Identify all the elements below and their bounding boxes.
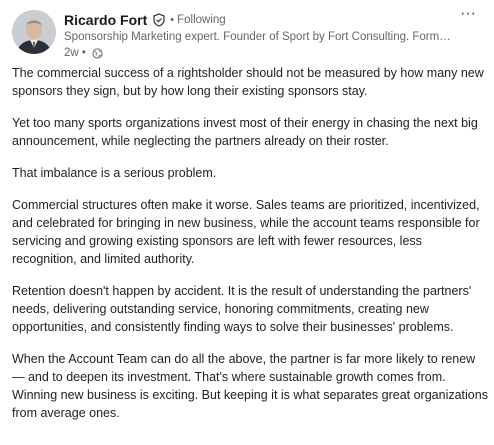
more-options-button[interactable]: ··· bbox=[456, 4, 480, 24]
separator-dot: • bbox=[170, 14, 175, 26]
post-paragraph: When the Account Team can do all the abo… bbox=[12, 352, 488, 420]
author-headline: Sponsorship Marketing expert. Founder of… bbox=[64, 31, 452, 43]
author-name-row: Ricardo Fort • Following bbox=[64, 11, 454, 29]
post-header: Ricardo Fort • Following Sponsorship Mar… bbox=[12, 5, 482, 60]
globe-icon bbox=[92, 47, 103, 59]
more-horizontal-icon: ··· bbox=[460, 5, 476, 22]
time-separator-dot: • bbox=[81, 47, 86, 59]
feed-post: Ricardo Fort • Following Sponsorship Mar… bbox=[0, 0, 494, 445]
post-paragraph: The commercial success of a rightsholder… bbox=[12, 66, 484, 98]
author-name[interactable]: Ricardo Fort bbox=[64, 12, 147, 28]
author-avatar[interactable] bbox=[12, 10, 56, 54]
post-paragraph: Yet too many sports organizations invest… bbox=[12, 116, 478, 148]
post-time: 2w bbox=[64, 47, 79, 59]
following-status[interactable]: Following bbox=[177, 14, 226, 26]
person-photo-icon bbox=[12, 10, 56, 54]
post-paragraph: Retention doesn't happen by accident. It… bbox=[12, 284, 472, 334]
post-paragraph: That imbalance is a serious problem. bbox=[12, 166, 217, 180]
author-meta: Ricardo Fort • Following Sponsorship Mar… bbox=[64, 11, 454, 60]
post-paragraph: Commercial structures often make it wors… bbox=[12, 198, 480, 266]
post-time-row: 2w • bbox=[64, 46, 454, 60]
verified-shield-icon bbox=[152, 13, 166, 27]
post-body: The commercial success of a rightsholder… bbox=[12, 64, 488, 436]
